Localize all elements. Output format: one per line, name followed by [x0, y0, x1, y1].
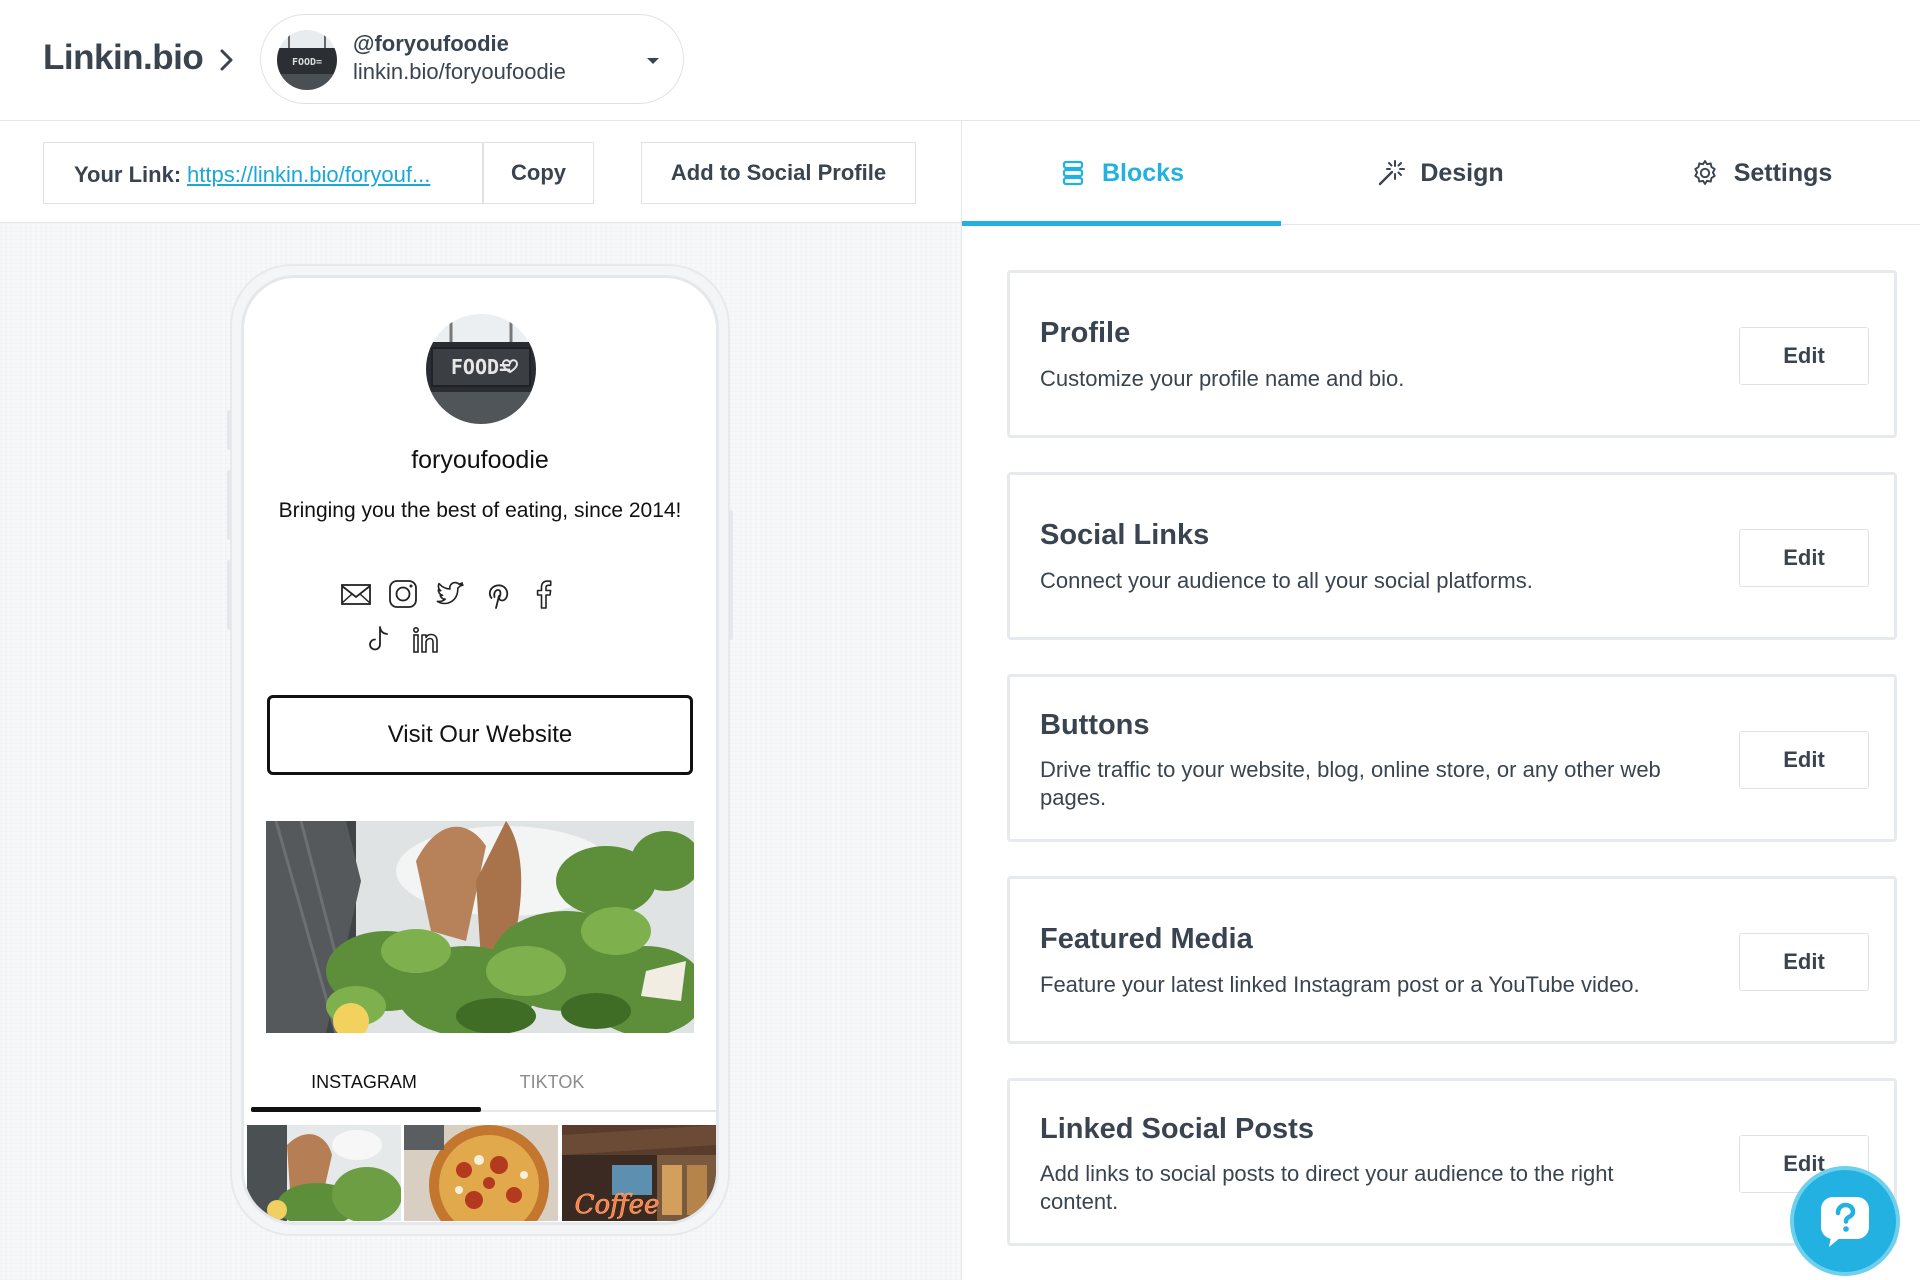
- editor-panel: Blocks Design Settings Profile Customize…: [961, 121, 1920, 1280]
- instagram-icon[interactable]: [386, 577, 420, 611]
- linkedin-icon[interactable]: [409, 623, 443, 657]
- edit-profile-button[interactable]: Edit: [1739, 327, 1869, 385]
- tiktok-icon[interactable]: [362, 623, 396, 657]
- block-title: Linked Social Posts: [1040, 1113, 1314, 1145]
- visit-website-button[interactable]: Visit Our Website: [267, 695, 693, 775]
- edit-buttons-button[interactable]: Edit: [1739, 731, 1869, 789]
- copy-button[interactable]: Copy: [483, 142, 594, 204]
- edit-featured-media-button[interactable]: Edit: [1739, 933, 1869, 991]
- editor-tabs: Blocks Design Settings: [962, 121, 1920, 226]
- tab-instagram[interactable]: INSTAGRAM: [264, 1072, 464, 1093]
- tab-settings[interactable]: Settings: [1602, 121, 1920, 225]
- block-title: Social Links: [1040, 519, 1210, 551]
- block-card-linked-social-posts: Linked Social Posts Add links to social …: [1007, 1078, 1897, 1246]
- your-link-label: Your Link:: [74, 162, 182, 187]
- mail-icon[interactable]: [339, 577, 373, 611]
- phone-side-button: [227, 410, 231, 450]
- question-mark-icon: [1821, 1197, 1869, 1247]
- phone-screen: FOOD= foryoufoodie Bringing you the best…: [241, 275, 719, 1225]
- twitter-icon[interactable]: [433, 577, 467, 611]
- block-description: Drive traffic to your website, blog, onl…: [1040, 757, 1661, 810]
- svg-text:FOOD=: FOOD=: [451, 355, 511, 379]
- block-title: Profile: [1040, 317, 1131, 349]
- phone-side-button: [227, 560, 231, 630]
- help-button[interactable]: [1790, 1166, 1900, 1276]
- account-switcher[interactable]: FOOD= @foryoufoodie linkin.bio/foryoufoo…: [260, 14, 684, 104]
- tab-design-label: Design: [1420, 158, 1504, 187]
- block-description: Customize your profile name and bio.: [1040, 366, 1405, 391]
- profile-name: foryoufoodie: [411, 446, 549, 474]
- tab-active-indicator: [251, 1107, 481, 1112]
- active-tab-indicator: [962, 221, 1281, 226]
- account-avatar: FOOD=: [277, 30, 337, 90]
- phone-side-button: [227, 470, 231, 540]
- account-url: linkin.bio/foryoufoodie: [353, 59, 566, 84]
- brand-logo[interactable]: Linkin.bio: [43, 38, 204, 78]
- facebook-icon[interactable]: [527, 577, 561, 611]
- block-description: Feature your latest linked Instagram pos…: [1040, 972, 1640, 997]
- tab-design[interactable]: Design: [1281, 121, 1599, 225]
- tab-blocks[interactable]: Blocks: [962, 121, 1280, 225]
- blocks-icon: [1062, 160, 1084, 186]
- block-title: Featured Media: [1040, 923, 1253, 955]
- phone-side-button: [729, 510, 733, 640]
- your-link-url[interactable]: https://linkin.bio/foryouf...: [187, 162, 430, 188]
- post-thumbnail[interactable]: [404, 1125, 558, 1221]
- svg-text:Coffee: Coffee: [575, 1190, 660, 1220]
- tab-tiktok[interactable]: TIKTOK: [452, 1072, 652, 1093]
- block-description: Add links to social posts to direct your…: [1040, 1161, 1614, 1214]
- tab-blocks-label: Blocks: [1102, 158, 1184, 187]
- caret-down-icon[interactable]: [645, 53, 661, 69]
- gear-icon: [1694, 160, 1716, 185]
- add-to-social-profile-button[interactable]: Add to Social Profile: [641, 142, 916, 204]
- block-description: Connect your audience to all your social…: [1040, 568, 1533, 593]
- block-card-social-links: Social Links Connect your audience to al…: [1007, 472, 1897, 640]
- post-thumbnail[interactable]: Coffee: [562, 1125, 716, 1221]
- post-thumbnail[interactable]: [247, 1125, 401, 1221]
- profile-avatar: FOOD=: [426, 314, 536, 424]
- edit-social-links-button[interactable]: Edit: [1739, 529, 1869, 587]
- profile-bio: Bringing you the best of eating, since 2…: [278, 499, 682, 522]
- featured-media-image[interactable]: [266, 821, 694, 1033]
- block-card-profile: Profile Customize your profile name and …: [1007, 270, 1897, 438]
- link-toolbar: Your Link: https://linkin.bio/foryouf...…: [0, 121, 961, 223]
- account-handle: @foryoufoodie: [353, 31, 509, 56]
- block-title: Buttons: [1040, 709, 1150, 741]
- pinterest-icon[interactable]: [480, 577, 514, 611]
- block-card-featured-media: Featured Media Feature your latest linke…: [1007, 876, 1897, 1044]
- chevron-right-icon: [220, 49, 233, 71]
- tab-settings-label: Settings: [1733, 158, 1833, 187]
- your-link-field: Your Link: https://linkin.bio/foryouf...: [43, 142, 483, 204]
- top-header: Linkin.bio FOOD= @foryoufoodie linkin.bi…: [0, 0, 1920, 121]
- svg-text:FOOD=: FOOD=: [292, 57, 322, 68]
- magic-wand-icon: [1379, 160, 1406, 186]
- block-card-buttons: Buttons Drive traffic to your website, b…: [1007, 674, 1897, 842]
